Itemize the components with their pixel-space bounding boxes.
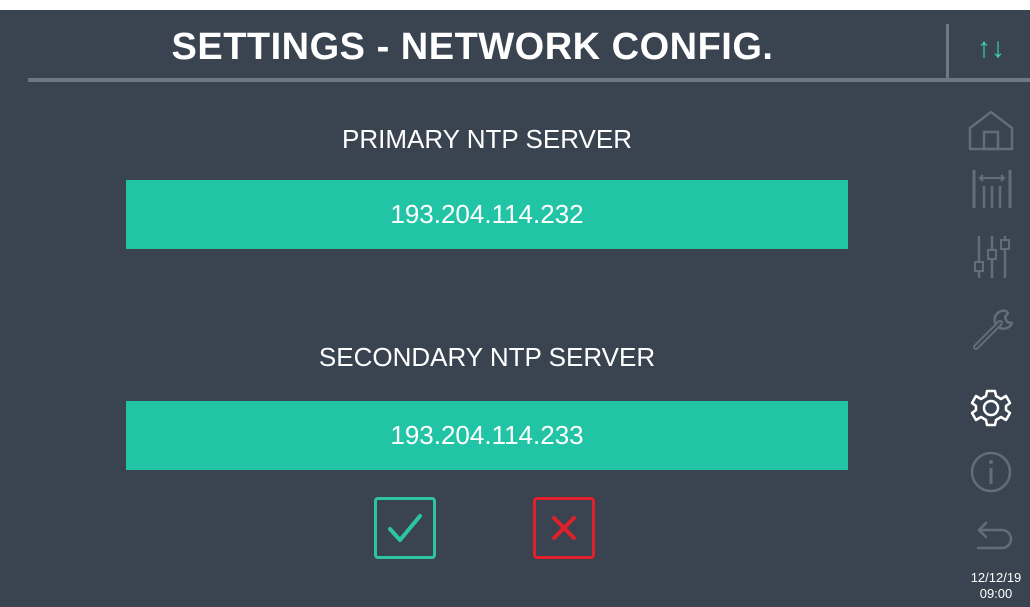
measurements-icon — [972, 170, 1012, 208]
page-title: SETTINGS - NETWORK CONFIG. — [171, 26, 774, 68]
back-arrow-icon — [976, 521, 1013, 550]
secondary-ntp-label: SECONDARY NTP SERVER — [318, 342, 656, 372]
wrench-icon — [973, 309, 1014, 350]
check-icon — [388, 514, 422, 542]
confirm-button[interactable] — [374, 497, 436, 559]
nav-sliders[interactable] — [962, 232, 1020, 278]
gear-icon — [970, 389, 1012, 427]
secondary-ntp-field[interactable]: 193.204.114.233 — [126, 401, 848, 470]
primary-ntp-label: PRIMARY NTP SERVER — [342, 124, 632, 154]
nav-info[interactable] — [962, 450, 1020, 494]
screen: SETTINGS - NETWORK CONFIG. ↑↓ PRIMARY NT… — [0, 10, 1030, 607]
nav-back[interactable] — [962, 518, 1020, 562]
nav-tools[interactable] — [962, 305, 1020, 350]
sliders-icon — [974, 236, 1010, 278]
cancel-button[interactable] — [533, 497, 595, 559]
nav-settings[interactable] — [962, 384, 1020, 428]
time-text: 09:00 — [979, 586, 1013, 601]
nav-home[interactable] — [962, 108, 1020, 152]
header: SETTINGS - NETWORK CONFIG. — [0, 10, 945, 84]
home-icon — [968, 110, 1014, 151]
nav-measurements[interactable] — [962, 166, 1020, 210]
primary-ntp-field[interactable]: 193.204.114.232 — [126, 180, 848, 249]
up-down-arrows-icon[interactable]: ↑↓ — [956, 26, 1026, 70]
date-time-display: 12/12/19 09:00 — [962, 570, 1030, 602]
sidebar-divider — [946, 24, 949, 78]
close-icon — [552, 516, 576, 540]
date-text: 12/12/19 — [970, 570, 1022, 585]
header-divider — [28, 78, 1030, 82]
info-icon — [970, 451, 1012, 493]
